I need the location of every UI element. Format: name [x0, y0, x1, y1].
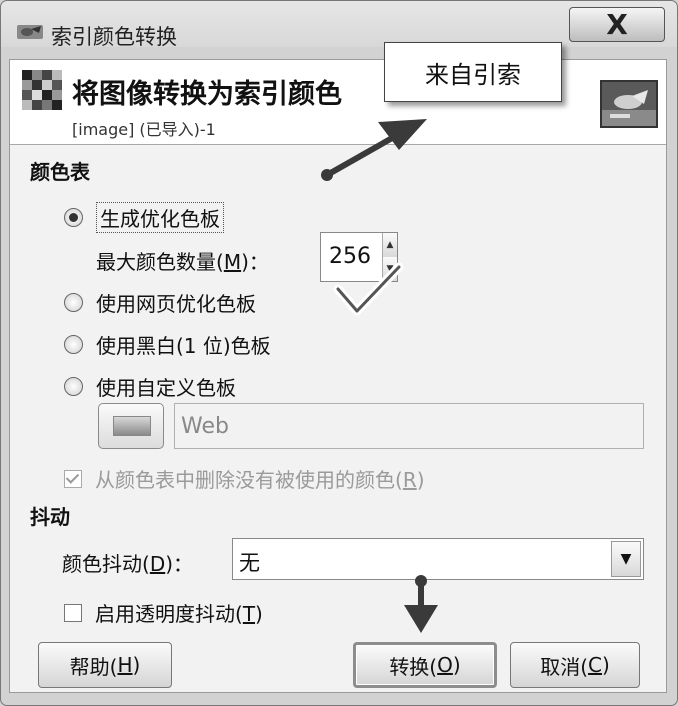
transparency-dither-label-prefix: 启用透明度抖动( — [95, 602, 243, 626]
max-colors-label-suffix: )： — [241, 250, 269, 274]
max-colors-label-prefix: 最大颜色数量( — [96, 250, 224, 274]
cancel-button-suffix: ) — [601, 653, 610, 677]
radio-label: 使用黑白(1 位)色板 — [96, 334, 271, 358]
color-dither-mnemonic: D — [149, 552, 166, 576]
palette-swatch-icon — [113, 416, 151, 436]
help-button-suffix: ) — [132, 653, 141, 677]
colormap-section-title: 颜色表 — [30, 160, 90, 184]
transparency-dither-label-suffix: ) — [255, 602, 263, 626]
spin-up-icon[interactable]: ▲ — [382, 233, 397, 258]
color-dither-select[interactable]: 无 ▼ — [232, 538, 644, 580]
convert-button[interactable]: 转换(O) — [353, 642, 497, 688]
max-colors-mnemonic: M — [223, 250, 242, 274]
dropdown-arrow-icon[interactable]: ▼ — [611, 541, 641, 577]
close-button[interactable]: X — [569, 7, 665, 42]
window-title: 索引颜色转换 — [51, 25, 177, 49]
help-button[interactable]: 帮助(H) — [38, 642, 172, 688]
gimp-icon — [17, 25, 43, 39]
dialog-header: 将图像转换为索引颜色 [image] (已导入)-1 — [10, 60, 666, 145]
image-thumbnail — [600, 80, 658, 128]
cancel-button[interactable]: 取消(C) — [510, 642, 640, 688]
help-button-prefix: 帮助( — [69, 654, 118, 679]
title-bar[interactable]: 索引颜色转换 X — [1, 1, 677, 49]
color-dither-value: 无 — [239, 551, 260, 575]
convert-button-mnemonic: O — [437, 653, 453, 677]
spin-down-icon[interactable]: ▼ — [382, 257, 397, 281]
radio-button[interactable] — [64, 377, 83, 396]
transparency-dither-checkbox[interactable] — [64, 603, 82, 622]
max-colors-value[interactable]: 256 — [329, 244, 371, 269]
cancel-button-mnemonic: C — [588, 653, 602, 677]
cancel-button-prefix: 取消( — [540, 654, 589, 679]
color-dither-label: 颜色抖动(D)： — [62, 548, 193, 577]
dithering-section-title: 抖动 — [30, 505, 70, 529]
radio-label: 使用自定义色板 — [96, 376, 236, 400]
image-name: [image] (已导入)-1 — [72, 120, 216, 139]
indexed-grid-icon — [22, 70, 62, 110]
palette-chooser-button[interactable] — [98, 403, 164, 449]
callout-text: 来自引索 — [425, 60, 521, 89]
remove-unused-label-prefix: 从颜色表中删除没有被使用的颜色( — [95, 468, 403, 492]
remove-unused-label-suffix: ) — [416, 468, 425, 492]
help-button-mnemonic: H — [117, 653, 133, 677]
transparency-dither-row[interactable]: 启用透明度抖动(T) — [64, 598, 263, 627]
radio-bw-palette[interactable]: 使用黑白(1 位)色板 — [64, 330, 271, 359]
remove-unused-mnemonic: R — [402, 468, 417, 492]
max-colors-spinbox[interactable]: 256 ▲ ▼ — [320, 232, 398, 282]
close-icon: X — [606, 8, 628, 41]
remove-unused-label: 从颜色表中删除没有被使用的颜色(R) — [95, 464, 425, 493]
convert-button-suffix: ) — [452, 653, 461, 677]
custom-palette-field: Web — [174, 403, 644, 449]
custom-palette-name: Web — [181, 414, 229, 439]
radio-button[interactable] — [64, 208, 83, 227]
dialog-heading: 将图像转换为索引颜色 — [72, 79, 342, 110]
radio-label: 生成优化色板 — [96, 202, 224, 233]
dialog-window: 索引颜色转换 X 将图像转换为索引颜色 [image] (已导入)-1 来自引索… — [0, 0, 678, 706]
remove-unused-checkbox — [64, 469, 82, 488]
radio-button[interactable] — [64, 293, 83, 312]
radio-button[interactable] — [64, 335, 83, 354]
transparency-dither-mnemonic: T — [242, 602, 256, 626]
radio-web-palette[interactable]: 使用网页优化色板 — [64, 288, 256, 317]
radio-optimum-palette[interactable]: 生成优化色板 — [64, 202, 224, 233]
transparency-dither-label: 启用透明度抖动(T) — [95, 598, 263, 627]
remove-unused-checkbox-row: 从颜色表中删除没有被使用的颜色(R) — [64, 464, 425, 493]
radio-label: 使用网页优化色板 — [96, 292, 256, 316]
dialog-body: 将图像转换为索引颜色 [image] (已导入)-1 来自引索 颜色表 生成优化… — [9, 42, 667, 693]
max-colors-label: 最大颜色数量(M)： — [96, 246, 269, 275]
color-dither-label-suffix: )： — [165, 552, 194, 576]
convert-button-prefix: 转换( — [389, 654, 438, 679]
radio-custom-palette[interactable]: 使用自定义色板 — [64, 372, 236, 401]
color-dither-label-prefix: 颜色抖动( — [62, 552, 150, 576]
annotation-callout: 来自引索 — [384, 42, 562, 102]
